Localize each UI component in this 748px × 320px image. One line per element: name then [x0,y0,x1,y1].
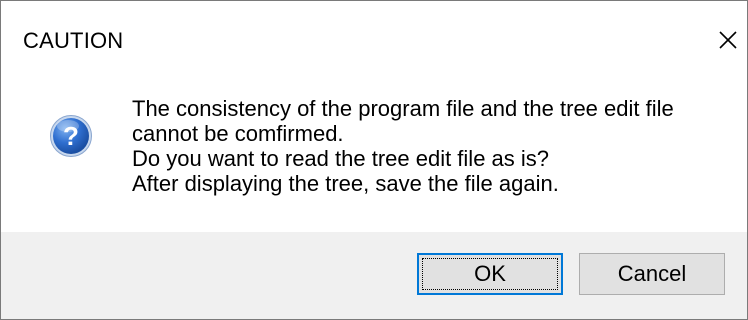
ok-button[interactable]: OK [417,253,563,295]
question-icon: ? [49,114,93,158]
button-bar: OK Cancel [1,232,747,319]
cancel-button[interactable]: Cancel [579,253,725,295]
message-area: ? The consistency of the program file an… [1,81,747,232]
message-line: cannot be comfirmed. [132,121,344,146]
close-button[interactable] [713,25,743,55]
svg-text:?: ? [63,121,79,151]
message-line: After displaying the tree, save the file… [132,171,559,196]
title-bar: CAUTION [1,1,747,81]
message-line: Do you want to read the tree edit file a… [132,146,550,171]
ok-button-label: OK [474,261,506,286]
dialog-title: CAUTION [23,28,124,53]
message-text: The consistency of the program file and … [132,96,732,196]
message-line: The consistency of the program file and … [132,96,674,121]
cancel-button-label: Cancel [617,261,687,286]
caution-dialog: CAUTION ? The consistency of the program… [0,0,748,320]
close-icon [719,31,737,49]
